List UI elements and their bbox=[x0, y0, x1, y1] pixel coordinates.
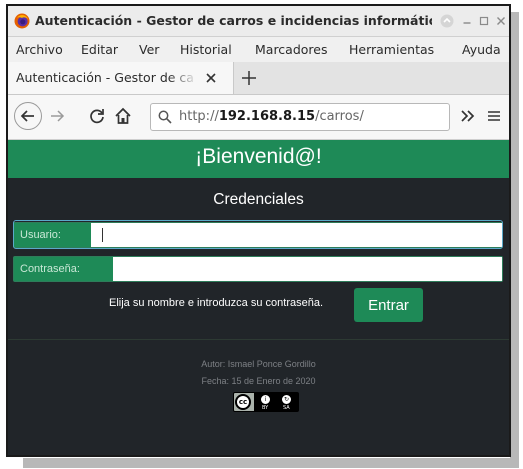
navigation-bar: http://192.168.8.15/carros/ bbox=[8, 95, 509, 140]
minimize-icon[interactable] bbox=[460, 14, 474, 28]
tab-autenticacion[interactable]: Autenticación - Gestor de ca bbox=[8, 62, 234, 94]
username-label: Usuario: bbox=[14, 223, 91, 247]
tab-close-icon[interactable] bbox=[204, 71, 218, 85]
page-header: ¡Bienvenid@! bbox=[8, 140, 509, 178]
chevron-double-right-icon[interactable] bbox=[458, 107, 476, 125]
password-group: Contraseña: bbox=[13, 256, 503, 282]
menu-herramientas[interactable]: Herramientas bbox=[349, 42, 434, 57]
menu-historial[interactable]: Historial bbox=[180, 42, 232, 57]
tab-bar: Autenticación - Gestor de ca bbox=[8, 62, 509, 95]
username-input[interactable] bbox=[91, 223, 502, 247]
arrow-left-icon bbox=[20, 110, 34, 122]
url-text: http://192.168.8.15/carros/ bbox=[179, 109, 364, 124]
page-content: ¡Bienvenid@! Credenciales Usuario: Contr… bbox=[8, 140, 509, 455]
password-label: Contraseña: bbox=[14, 257, 113, 281]
close-icon[interactable] bbox=[494, 14, 508, 28]
home-icon[interactable] bbox=[114, 107, 132, 125]
title-bar[interactable]: Autenticación - Gestor de carros e incid… bbox=[8, 6, 509, 37]
menu-editar[interactable]: Editar bbox=[81, 42, 118, 57]
search-icon bbox=[158, 110, 172, 124]
cc-license-badge[interactable]: cc i ↻ BY SA bbox=[233, 392, 299, 412]
arrow-right-icon[interactable] bbox=[48, 107, 66, 125]
credentials-title: Credenciales bbox=[213, 191, 304, 208]
page-title: ¡Bienvenid@! bbox=[195, 145, 322, 168]
menu-bar: Archivo Editar Ver Historial Marcadores … bbox=[8, 37, 509, 62]
footer-author: Autor: Ismael Ponce Gordillo bbox=[201, 359, 316, 369]
username-group: Usuario: bbox=[13, 222, 503, 248]
submit-button[interactable]: Entrar bbox=[354, 288, 423, 322]
back-button[interactable] bbox=[14, 102, 42, 130]
footer-divider bbox=[8, 339, 509, 340]
url-path: /carros/ bbox=[315, 109, 364, 124]
maximize-icon[interactable] bbox=[477, 14, 491, 28]
window-shadow-bottom bbox=[23, 458, 519, 468]
person-icon: i bbox=[260, 394, 271, 405]
reload-icon[interactable] bbox=[88, 107, 106, 125]
footer-date: Fecha: 15 de Enero de 2020 bbox=[201, 376, 316, 386]
window-pin-icon[interactable] bbox=[440, 14, 454, 28]
menu-archivo[interactable]: Archivo bbox=[16, 42, 63, 57]
cc-logo-icon: cc bbox=[235, 394, 251, 410]
cc-attributes: i ↻ BY SA bbox=[254, 393, 298, 411]
url-host: 192.168.8.15 bbox=[218, 109, 316, 124]
password-input[interactable] bbox=[113, 257, 502, 281]
plus-icon[interactable] bbox=[240, 69, 258, 87]
login-hint: Elija su nombre e introduzca su contrase… bbox=[109, 297, 324, 309]
cc-by-label: BY bbox=[262, 405, 269, 411]
url-scheme: http:// bbox=[179, 109, 219, 124]
firefox-icon bbox=[14, 13, 30, 29]
window-shadow-right bbox=[510, 12, 519, 467]
browser-window: Autenticación - Gestor de carros e incid… bbox=[6, 4, 511, 457]
hamburger-menu-icon[interactable] bbox=[485, 107, 503, 125]
share-alike-icon: ↻ bbox=[281, 394, 292, 405]
menu-ver[interactable]: Ver bbox=[139, 42, 159, 57]
window-title: Autenticación - Gestor de carros e incid… bbox=[35, 13, 432, 28]
tab-label-fade bbox=[168, 62, 198, 94]
text-caret bbox=[102, 228, 103, 242]
menu-marcadores[interactable]: Marcadores bbox=[255, 42, 328, 57]
cc-sa-label: SA bbox=[283, 405, 290, 411]
url-bar[interactable]: http://192.168.8.15/carros/ bbox=[150, 103, 450, 131]
menu-ayuda[interactable]: Ayuda bbox=[462, 42, 501, 57]
